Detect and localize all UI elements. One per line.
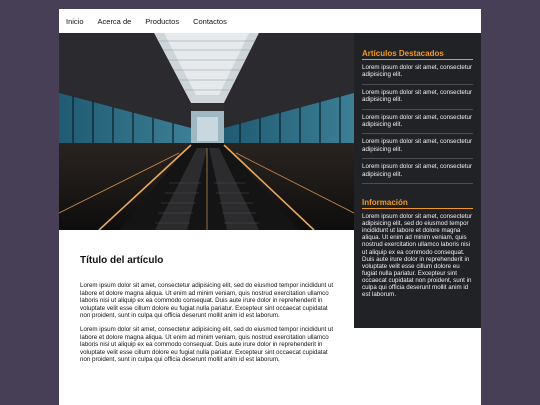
article-title: Título del artículo xyxy=(80,255,164,266)
page-container: Inicio Acerca de Productos Contactos Art… xyxy=(59,9,481,405)
nav-link-acerca-de[interactable]: Acerca de xyxy=(98,17,132,26)
featured-article-item[interactable]: Lorem ipsum dolor sit amet, consectetur … xyxy=(362,163,473,185)
info-text: Lorem ipsum dolor sit amet, consectetur … xyxy=(362,213,473,299)
nav-link-productos[interactable]: Productos xyxy=(145,17,179,26)
hero-image-escalators xyxy=(59,33,354,230)
escalator-photo xyxy=(59,33,354,230)
article: Título del artículo Lorem ipsum dolor si… xyxy=(80,255,335,370)
article-paragraph: Lorem ipsum dolor sit amet, consectetur … xyxy=(80,282,334,320)
main-nav: Inicio Acerca de Productos Contactos xyxy=(59,9,481,33)
sidebar: Artículos Destacados Lorem ipsum dolor s… xyxy=(354,33,481,328)
featured-articles-heading: Artículos Destacados xyxy=(362,49,473,60)
featured-article-item[interactable]: Lorem ipsum dolor sit amet, consectetur … xyxy=(362,138,473,160)
featured-article-item[interactable]: Lorem ipsum dolor sit amet, consectetur … xyxy=(362,114,473,135)
info-heading: Información xyxy=(362,198,473,210)
nav-link-inicio[interactable]: Inicio xyxy=(66,17,84,26)
article-paragraph: Lorem ipsum dolor sit amet, consectetur … xyxy=(80,325,334,364)
nav-link-contactos[interactable]: Contactos xyxy=(193,17,227,26)
featured-article-item[interactable]: Lorem ipsum dolor sit amet, consectetur … xyxy=(362,64,473,85)
featured-article-item[interactable]: Lorem ipsum dolor sit amet, consectetur … xyxy=(362,89,473,110)
